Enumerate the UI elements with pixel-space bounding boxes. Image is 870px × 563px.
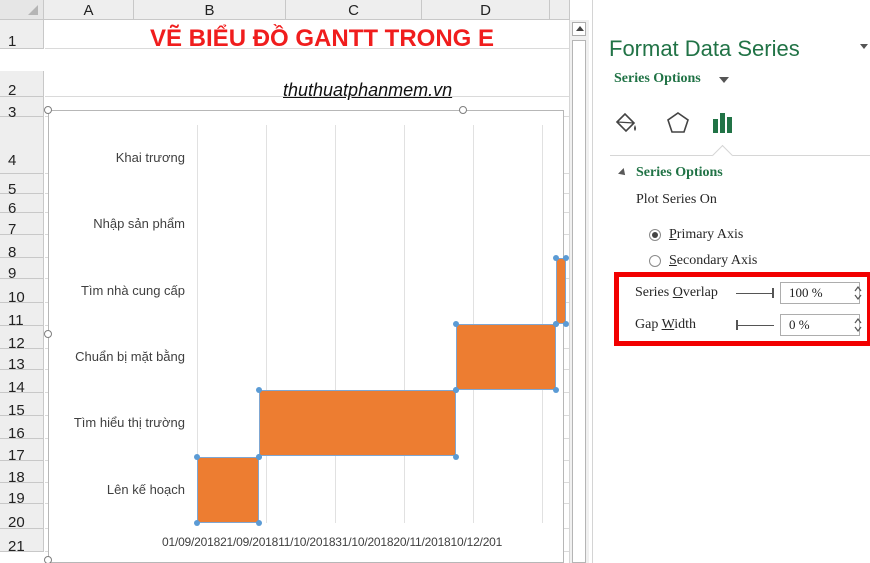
chart-resize-handle[interactable]: [44, 556, 52, 563]
selection-point[interactable]: [552, 387, 559, 394]
row-header[interactable]: 9: [0, 258, 44, 282]
category-label: Lên kế hoạch: [106, 481, 185, 497]
sheet-title[interactable]: VẼ BIỂU ĐỒ GANTT TRONG E: [150, 20, 570, 56]
series-options-dropdown[interactable]: Series Options: [614, 71, 701, 87]
row-header[interactable]: 14: [0, 370, 44, 396]
chart-gridline: [335, 125, 336, 523]
selection-point[interactable]: [452, 453, 459, 460]
chart-gridline: [404, 125, 405, 523]
row-header[interactable]: 17: [0, 439, 44, 464]
row-header[interactable]: 12: [0, 326, 44, 352]
column-header-d[interactable]: D: [422, 0, 550, 20]
x-tick-label: 01/09/2018: [162, 535, 221, 549]
row-header[interactable]: 3: [0, 97, 44, 121]
selection-point[interactable]: [194, 519, 200, 526]
x-tick-label: 21/09/2018: [220, 535, 279, 549]
chart-resize-handle[interactable]: [44, 330, 52, 338]
selection-point[interactable]: [552, 320, 559, 327]
tab-separator: [610, 155, 870, 156]
chart-resize-handle[interactable]: [459, 106, 467, 114]
x-tick-label: 20/11/2018: [393, 535, 451, 549]
fill-line-icon[interactable]: [613, 110, 639, 136]
column-header-a[interactable]: A: [44, 0, 134, 20]
chart-gridline: [266, 125, 267, 523]
x-tick-label: 11/10/2018: [278, 535, 336, 549]
row-header[interactable]: 2: [0, 71, 44, 99]
selection-point[interactable]: [452, 320, 459, 327]
row-header[interactable]: 7: [0, 213, 44, 238]
row-header[interactable]: 1: [0, 20, 44, 50]
category-label: Chuẩn bị mặt bằng: [75, 349, 185, 365]
secondary-axis-radio[interactable]: [649, 255, 661, 267]
x-axis-tick-labels: 01/09/201821/09/201811/10/201831/10/2018…: [162, 535, 562, 549]
selection-point[interactable]: [452, 387, 459, 394]
column-header-e[interactable]: [550, 0, 570, 20]
category-label: Tìm nhà cung cấp: [80, 282, 185, 298]
primary-axis-label[interactable]: Primary Axis: [669, 227, 743, 243]
chart-resize-handle[interactable]: [44, 106, 52, 114]
row-header[interactable]: 15: [0, 393, 44, 419]
row-header[interactable]: 10: [0, 279, 44, 306]
gantt-bar[interactable]: [259, 390, 456, 457]
secondary-axis-label[interactable]: Secondary Axis: [669, 253, 757, 269]
row-header[interactable]: 4: [0, 117, 44, 174]
row-header[interactable]: 6: [0, 194, 44, 217]
selection-point[interactable]: [552, 254, 559, 261]
pane-options-caret-icon[interactable]: [860, 44, 868, 49]
row-header[interactable]: 8: [0, 235, 44, 261]
select-all-triangle-icon: [28, 5, 38, 15]
selection-point[interactable]: [256, 519, 263, 526]
row-header[interactable]: 11: [0, 303, 44, 329]
selection-point[interactable]: [194, 453, 200, 460]
row-header[interactable]: 5: [0, 174, 44, 198]
chevron-down-icon[interactable]: [719, 77, 729, 83]
column-header-b[interactable]: B: [134, 0, 286, 20]
highlight-box: [614, 272, 870, 346]
gantt-bar[interactable]: [455, 323, 556, 391]
row-header[interactable]: 16: [0, 416, 44, 442]
row-header[interactable]: 18: [0, 461, 44, 486]
section-series-options[interactable]: Series Options: [636, 165, 723, 181]
row-header[interactable]: 13: [0, 349, 44, 373]
pane-title: Format Data Series: [609, 36, 800, 61]
plot-series-on-label: Plot Series On: [636, 192, 717, 207]
x-tick-label: 31/10/2018: [335, 535, 394, 549]
selection-point[interactable]: [256, 453, 263, 460]
gantt-bar[interactable]: [197, 456, 260, 523]
row-header[interactable]: 20: [0, 504, 44, 531]
sheet-subtitle-link[interactable]: thuthuatphanmem.vn: [283, 78, 452, 102]
series-options-icon[interactable]: [710, 110, 736, 136]
effects-icon[interactable]: [665, 110, 691, 136]
row-header[interactable]: 21: [0, 529, 44, 555]
row-header[interactable]: 19: [0, 483, 44, 507]
primary-axis-radio[interactable]: [649, 229, 661, 241]
gantt-bar[interactable]: [555, 257, 566, 324]
scroll-up-arrow-icon[interactable]: [572, 22, 586, 36]
category-label: Nhập sản phẩm: [93, 216, 185, 232]
category-label: Khai trương: [115, 150, 185, 166]
scrollbar-thumb[interactable]: [572, 40, 586, 563]
worksheet[interactable]: A B C D 1 2 3 4 5 6 7 8 9 10 11 12 13 14 15 16 17 18 19 20 2…: [0, 0, 592, 563]
category-label: Tìm hiểu thị trường: [73, 415, 185, 431]
column-header-c[interactable]: C: [286, 0, 422, 20]
x-tick-label: 10/12/201: [450, 535, 503, 549]
